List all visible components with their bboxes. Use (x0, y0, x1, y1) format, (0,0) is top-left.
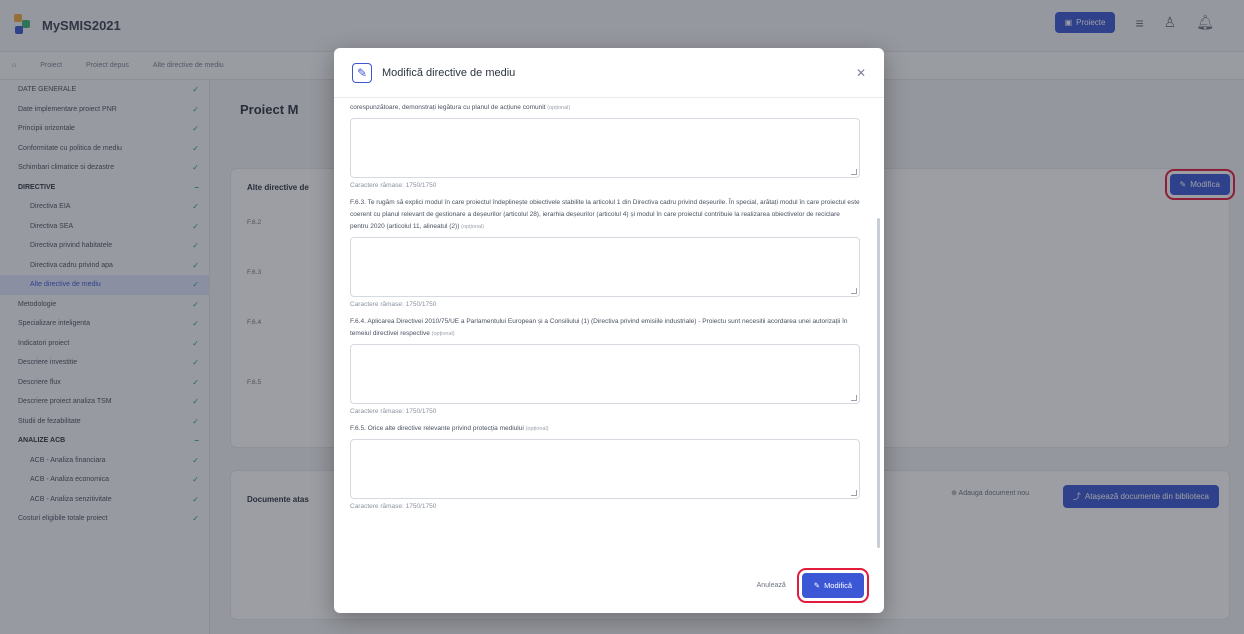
directive-textarea-f63[interactable] (350, 237, 860, 297)
modify-submit-button[interactable]: ✎ Modifică (801, 573, 864, 598)
modal-scrollbar[interactable] (877, 218, 880, 548)
field-label: F.6.4. Aplicarea Directivei 2010/75/UE a… (350, 316, 860, 340)
optional-tag: (opțional) (547, 105, 571, 111)
field-label: F.6.5. Orice alte directive relevante pr… (350, 423, 860, 435)
close-icon[interactable]: ✕ (856, 66, 866, 80)
optional-tag: (opțional) (525, 426, 549, 432)
directive-textarea-f65[interactable] (350, 439, 860, 499)
optional-tag: (opțional) (431, 331, 455, 337)
field-label-text: F.6.3. Te rugăm să explici modul în care… (350, 199, 860, 230)
modal-footer: Anulează ✎ Modifică (334, 558, 884, 613)
modal-title: Modifică directive de mediu (382, 66, 516, 79)
modal-body[interactable]: corespunzătoare, demonstrați legătura cu… (334, 98, 884, 558)
intro-text: corespunzătoare, demonstrați legătura cu… (350, 104, 546, 111)
field-label: corespunzătoare, demonstrați legătura cu… (350, 102, 860, 114)
submit-highlight: ✎ Modifică (796, 568, 870, 603)
optional-tag: (opțional) (461, 224, 485, 230)
remaining-chars: Caractere rămase: 1750/1750 (350, 182, 437, 189)
modify-directives-modal: ✎ Modifică directive de mediu ✕ corespun… (334, 48, 884, 613)
edit-icon: ✎ (813, 581, 821, 590)
field-label-text: F.6.5. Orice alte directive relevante pr… (350, 425, 524, 432)
directive-textarea-f64[interactable] (350, 344, 860, 404)
remaining-chars: Caractere rămase: 1750/1750 (350, 301, 437, 308)
field-label: F.6.3. Te rugăm să explici modul în care… (350, 197, 860, 233)
cancel-button[interactable]: Anulează (757, 582, 786, 589)
modify-submit-label: Modifică (824, 581, 852, 590)
field-label-text: F.6.4. Aplicarea Directivei 2010/75/UE a… (350, 318, 848, 337)
remaining-chars: Caractere rămase: 1750/1750 (350, 408, 437, 415)
remaining-chars: Caractere rămase: 1750/1750 (350, 503, 437, 510)
edit-icon: ✎ (352, 62, 372, 83)
directive-textarea-f62[interactable] (350, 118, 860, 178)
modal-header: ✎ Modifică directive de mediu ✕ (334, 48, 884, 98)
